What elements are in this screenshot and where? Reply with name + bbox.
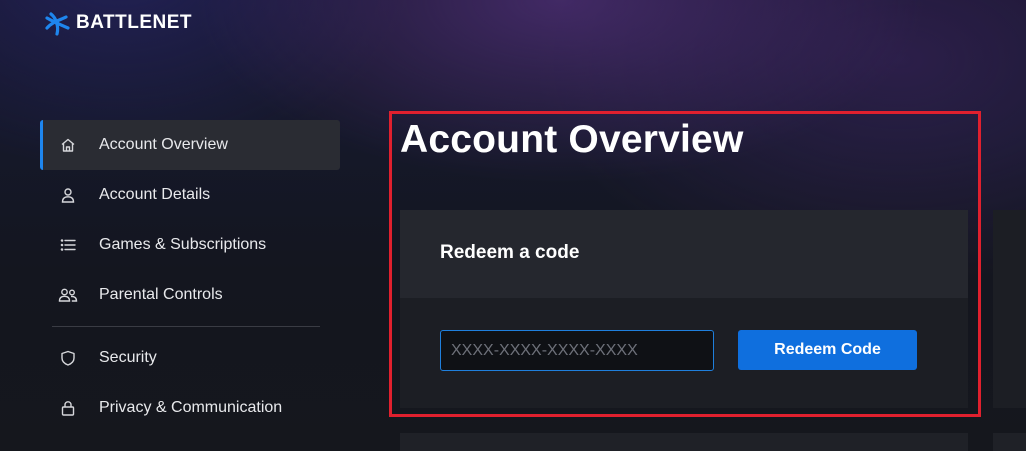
lock-icon xyxy=(58,398,78,418)
sidebar-item-account-details[interactable]: Account Details xyxy=(40,170,340,220)
sidebar-item-label: Games & Subscriptions xyxy=(99,236,267,253)
side-card-partial xyxy=(993,210,1026,408)
redeem-card-header: Redeem a code xyxy=(400,210,968,298)
sidebar-item-games-subscriptions[interactable]: Games & Subscriptions xyxy=(40,220,340,270)
sidebar-item-label: Account Details xyxy=(99,186,211,203)
sidebar-item-parental-controls[interactable]: Parental Controls xyxy=(40,270,340,320)
next-card-partial xyxy=(400,433,968,451)
sidebar: Account Overview Account Details Games &… xyxy=(40,120,340,433)
battlenet-logo[interactable]: BATTLENET xyxy=(42,8,192,38)
page-title: Account Overview xyxy=(400,118,744,161)
sidebar-item-label: Privacy & Communication xyxy=(99,399,283,416)
sidebar-item-label: Parental Controls xyxy=(99,286,223,303)
redeem-code-button[interactable]: Redeem Code xyxy=(738,330,917,370)
sidebar-item-security[interactable]: Security xyxy=(40,333,340,383)
next-side-card-partial xyxy=(993,433,1026,451)
sidebar-item-privacy-communication[interactable]: Privacy & Communication xyxy=(40,383,340,433)
battlenet-logo-icon xyxy=(42,8,72,38)
sidebar-item-account-overview[interactable]: Account Overview xyxy=(40,120,340,170)
home-icon xyxy=(58,135,78,155)
sidebar-item-label: Security xyxy=(99,349,157,366)
brand-name: BATTLENET xyxy=(76,12,193,33)
redeem-code-input[interactable] xyxy=(440,330,714,371)
sidebar-item-label: Account Overview xyxy=(99,136,228,153)
redeem-card-title: Redeem a code xyxy=(440,242,580,263)
sidebar-divider xyxy=(52,326,320,327)
users-icon xyxy=(58,285,78,305)
list-icon xyxy=(58,235,78,255)
shield-icon xyxy=(58,348,78,368)
redeem-code-card: Redeem a code Redeem Code xyxy=(400,210,968,408)
user-icon xyxy=(58,185,78,205)
